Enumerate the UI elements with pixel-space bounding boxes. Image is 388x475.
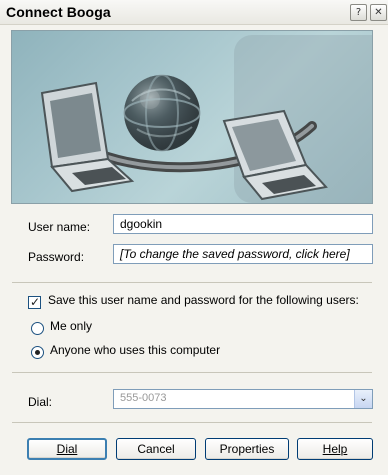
title-bar[interactable]: Connect Booga ? ✕ xyxy=(0,0,388,25)
chevron-down-icon[interactable]: ⌄ xyxy=(354,390,372,408)
dial-value: 555-0073 xyxy=(120,392,167,404)
help-button[interactable]: Help xyxy=(297,438,373,460)
section-divider xyxy=(12,282,372,283)
properties-button[interactable]: Properties xyxy=(205,438,289,460)
help-question-icon[interactable]: ? xyxy=(350,4,367,21)
close-icon[interactable]: ✕ xyxy=(370,4,387,21)
section-divider xyxy=(12,422,372,423)
dial-label: Dial: xyxy=(28,395,53,409)
globe-icon xyxy=(123,74,201,152)
password-value: [To change the saved password, click her… xyxy=(120,247,350,261)
save-credentials-label: Save this user name and password for the… xyxy=(48,293,359,307)
checkmark-icon: ✓ xyxy=(30,295,41,309)
save-credentials-checkbox[interactable]: ✓ xyxy=(28,295,41,309)
password-field[interactable]: [To change the saved password, click her… xyxy=(113,244,373,264)
globe-laptops-illustration xyxy=(40,74,328,201)
radio-anyone[interactable] xyxy=(31,346,44,359)
radio-anyone-label: Anyone who uses this computer xyxy=(50,343,221,357)
dial-select[interactable]: 555-0073 ⌄ xyxy=(113,389,373,409)
radio-selected-dot xyxy=(35,350,40,355)
dial-button[interactable]: Dial xyxy=(27,438,107,460)
section-divider xyxy=(12,372,372,373)
window-title: Connect Booga xyxy=(6,4,111,20)
radio-me-only[interactable] xyxy=(31,322,44,335)
laptop-icon xyxy=(40,81,135,193)
radio-me-only-label: Me only xyxy=(50,319,93,333)
connection-banner xyxy=(11,30,373,204)
user-name-label: User name: xyxy=(28,220,91,234)
user-name-value: dgookin xyxy=(120,217,163,231)
cancel-button[interactable]: Cancel xyxy=(116,438,196,460)
password-label: Password: xyxy=(28,250,85,264)
connect-dialog: Connect Booga ? ✕ User name: dgookin Pas… xyxy=(0,0,388,475)
user-name-field[interactable]: dgookin xyxy=(113,214,373,234)
